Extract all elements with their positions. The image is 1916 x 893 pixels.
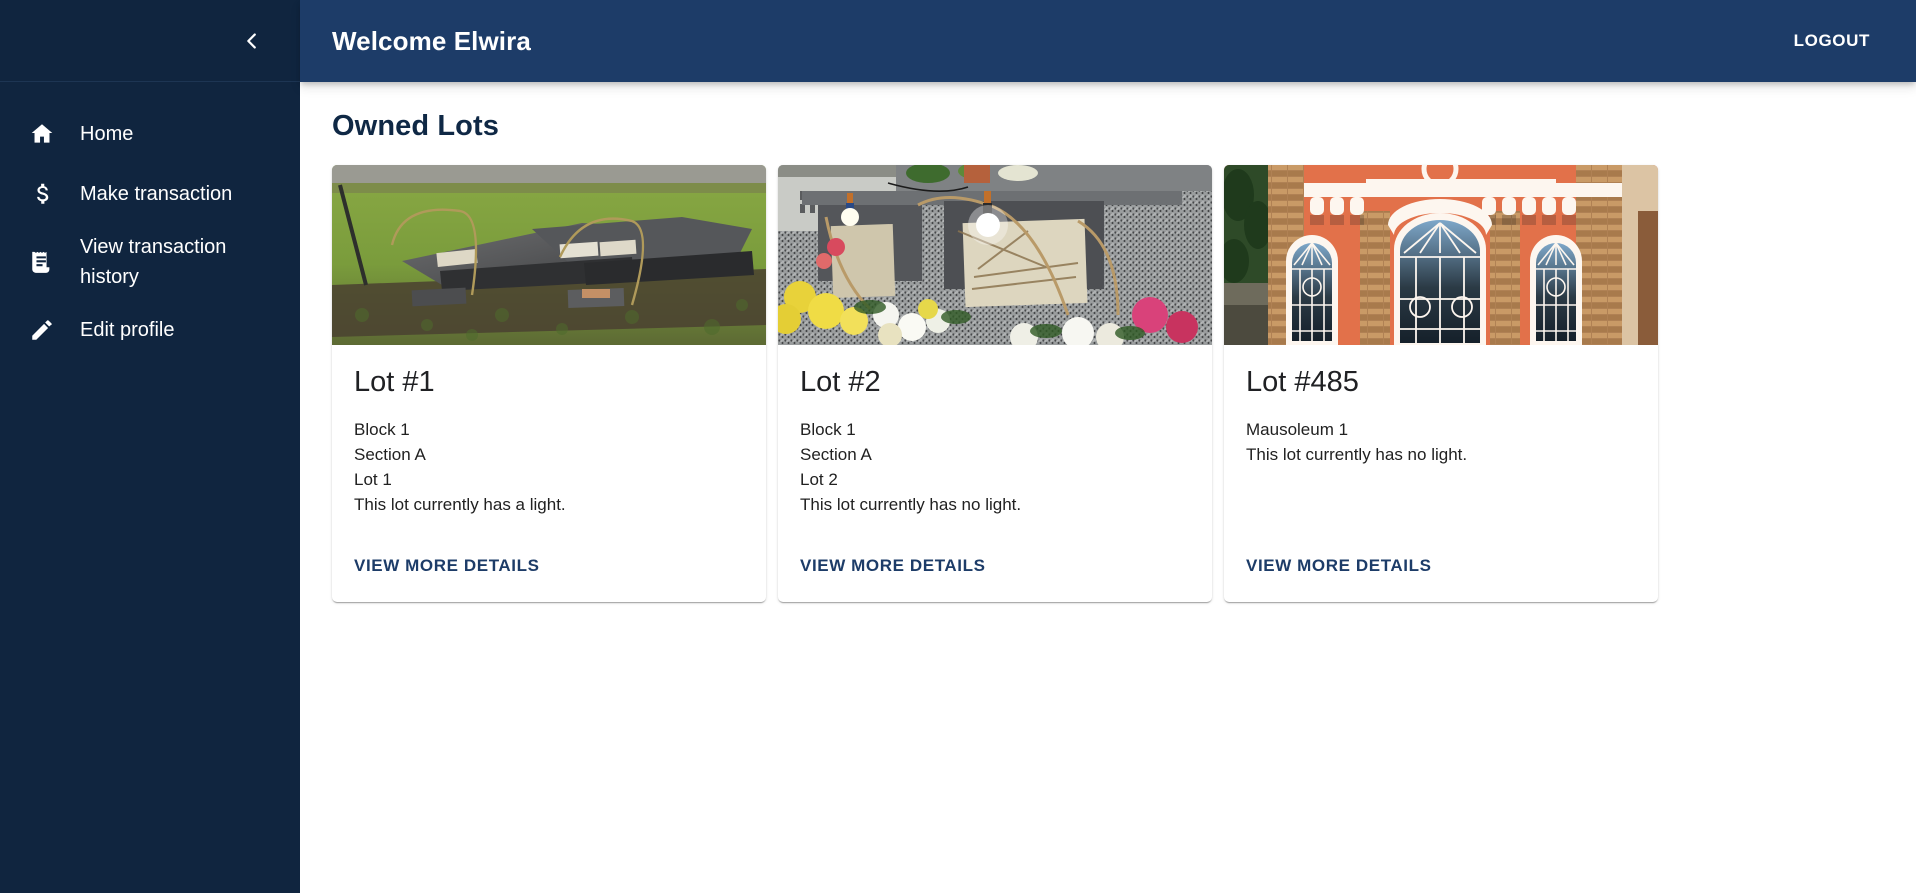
lot-card-details: Block 1 Section A Lot 1 This lot current… <box>354 417 744 517</box>
lot-card-actions: VIEW MORE DETAILS <box>332 534 766 602</box>
lot-light-status: This lot currently has no light. <box>800 494 1022 514</box>
lot-card-title: Lot #485 <box>1246 366 1359 398</box>
lot-card[interactable]: Lot #485 Mausoleum 1 This lot currently … <box>1224 165 1658 602</box>
orange-mausoleum-facade-photo <box>1224 165 1658 345</box>
lot-card-details: Block 1 Section A Lot 2 This lot current… <box>800 417 1190 517</box>
sidebar-item-label: Home <box>80 123 134 145</box>
sidebar-collapse-button[interactable] <box>232 21 272 61</box>
main-area: Welcome Elwira LOGOUT Owned Lots Lot #1 … <box>300 0 1916 893</box>
page-welcome-title: Welcome Elwira <box>332 25 531 56</box>
receipt-icon <box>20 249 64 275</box>
sidebar-header <box>0 0 300 82</box>
lot-light-status: This lot currently has no light. <box>1246 444 1468 464</box>
pencil-icon <box>20 317 64 343</box>
lot-detail-line: Lot 1 <box>354 469 392 489</box>
sidebar-nav: Home Make transaction View transaction h… <box>0 82 300 360</box>
sidebar-item-label: Edit profile <box>80 319 175 341</box>
sidebar: Home Make transaction View transaction h… <box>0 0 300 893</box>
owned-lots-card-list: Lot #1 Block 1 Section A Lot 1 This lot … <box>332 165 1884 602</box>
lot-card-actions: VIEW MORE DETAILS <box>1224 534 1658 602</box>
lot-card-details: Mausoleum 1 This lot currently has no li… <box>1246 417 1636 467</box>
lot-card[interactable]: Lot #1 Block 1 Section A Lot 1 This lot … <box>332 165 766 602</box>
lot-detail-line: Lot 2 <box>800 469 838 489</box>
granite-niche-with-lights-and-flowers-photo <box>778 165 1212 345</box>
sidebar-item-label: Make transaction <box>80 183 233 205</box>
sidebar-item-edit-profile[interactable]: Edit profile <box>0 300 300 360</box>
content-area: Owned Lots Lot #1 Block 1 Section A Lot … <box>300 82 1916 893</box>
lot-card-image <box>778 165 1212 345</box>
sidebar-item-home[interactable]: Home <box>0 104 300 164</box>
lot-light-status: This lot currently has a light. <box>354 494 566 514</box>
lot-card-body: Lot #2 Block 1 Section A Lot 2 This lot … <box>778 345 1212 534</box>
home-icon <box>20 121 64 147</box>
app-root: Home Make transaction View transaction h… <box>0 0 1916 893</box>
lot-detail-line: Section A <box>800 444 872 464</box>
sidebar-item-view-transaction-history[interactable]: View transaction history <box>0 224 300 300</box>
sidebar-item-label: View transaction history <box>80 236 227 288</box>
lot-detail-line: Section A <box>354 444 426 464</box>
topbar: Welcome Elwira LOGOUT <box>300 0 1916 82</box>
view-more-details-button[interactable]: VIEW MORE DETAILS <box>354 548 540 584</box>
dollar-icon <box>20 181 64 207</box>
lot-card-actions: VIEW MORE DETAILS <box>778 534 1212 602</box>
lot-card-title: Lot #1 <box>354 366 435 398</box>
page-title: Owned Lots <box>332 110 499 142</box>
logout-button[interactable]: LOGOUT <box>1778 21 1886 61</box>
lot-card-image <box>1224 165 1658 345</box>
lot-card-body: Lot #1 Block 1 Section A Lot 1 This lot … <box>332 345 766 534</box>
grave-slabs-on-grass-photo <box>332 165 766 345</box>
lot-card[interactable]: Lot #2 Block 1 Section A Lot 2 This lot … <box>778 165 1212 602</box>
lot-card-image <box>332 165 766 345</box>
view-more-details-button[interactable]: VIEW MORE DETAILS <box>800 548 986 584</box>
chevron-left-icon <box>241 30 263 52</box>
view-more-details-button[interactable]: VIEW MORE DETAILS <box>1246 548 1432 584</box>
lot-detail-line: Mausoleum 1 <box>1246 419 1349 439</box>
sidebar-item-make-transaction[interactable]: Make transaction <box>0 164 300 224</box>
lot-card-title: Lot #2 <box>800 366 881 398</box>
lot-card-body: Lot #485 Mausoleum 1 This lot currently … <box>1224 345 1658 534</box>
lot-detail-line: Block 1 <box>800 419 856 439</box>
lot-detail-line: Block 1 <box>354 419 410 439</box>
